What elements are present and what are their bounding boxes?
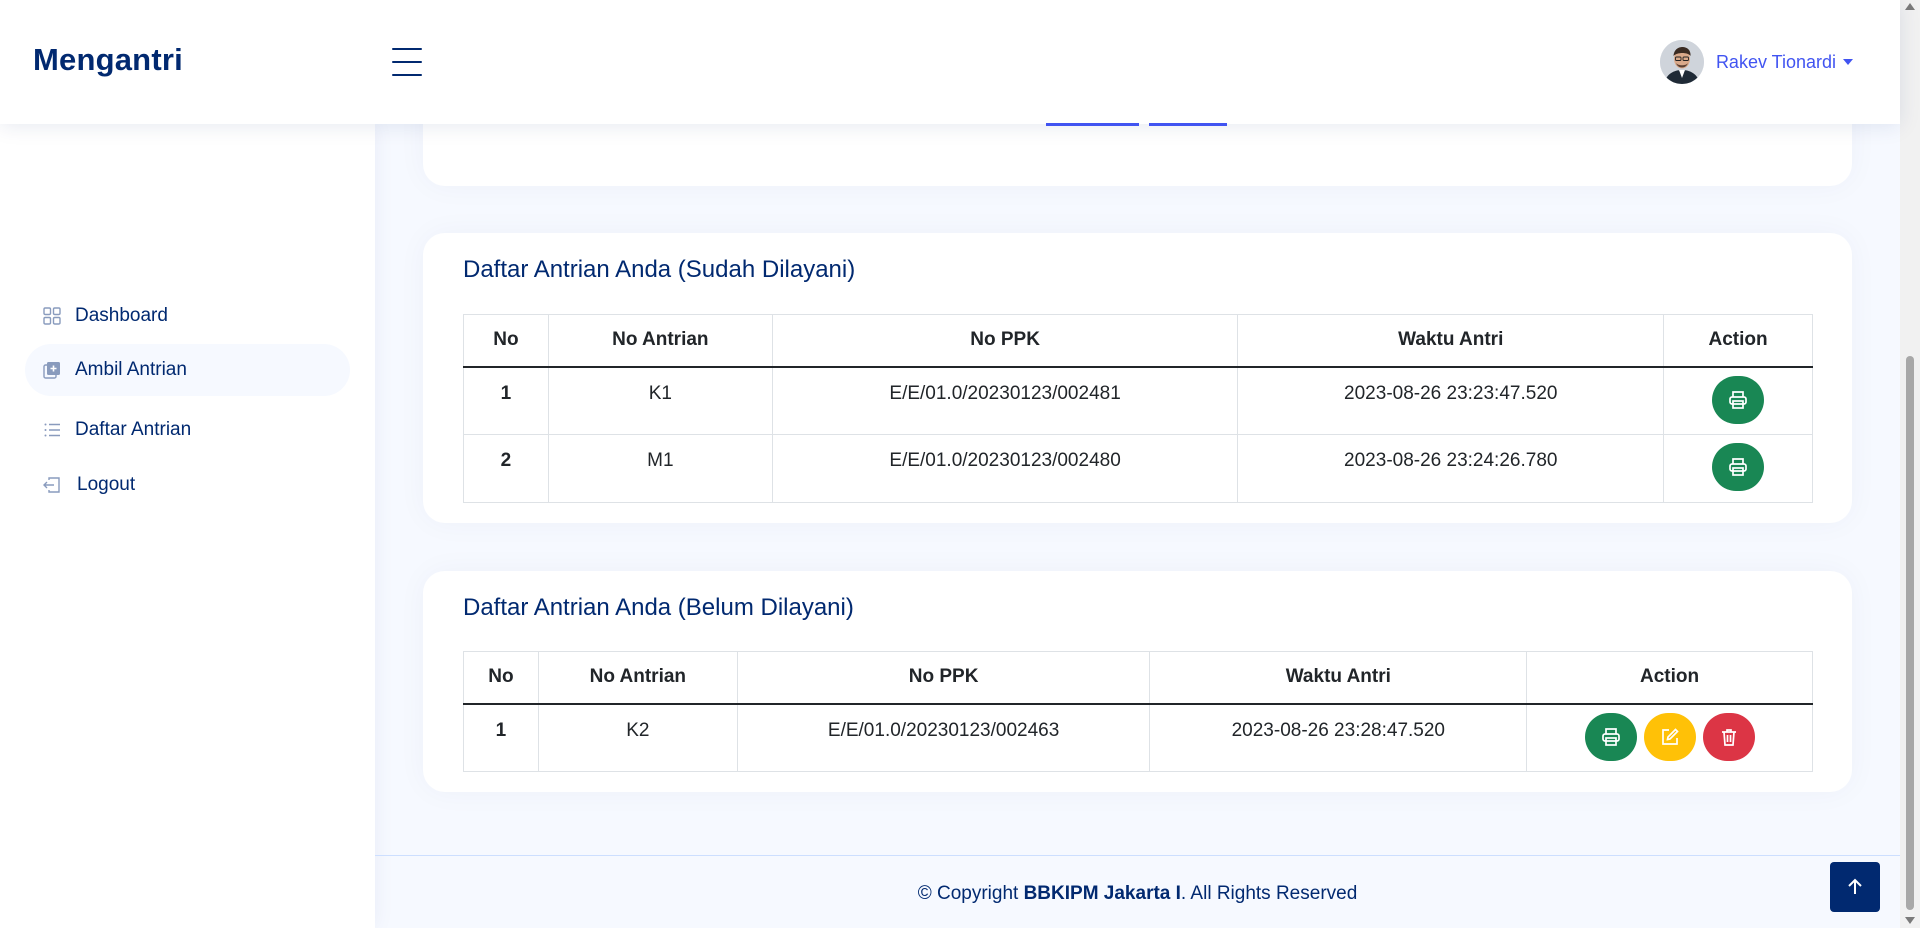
printer-icon (1729, 458, 1747, 476)
avatar (1659, 40, 1704, 84)
column-header: Action (1526, 651, 1813, 705)
table-row: 1 K2 E/E/01.0/20230123/002463 2023-08-26… (463, 703, 1813, 772)
cell-action (1663, 366, 1813, 435)
delete-button[interactable] (1702, 712, 1755, 761)
box-arrow-in-left-icon (43, 476, 61, 494)
cell-ppk: E/E/01.0/20230123/002481 (771, 366, 1239, 435)
print-button[interactable] (1584, 712, 1637, 761)
scroll-up-arrow-icon[interactable] (1905, 3, 1915, 10)
cell-antrian: K2 (537, 703, 738, 772)
table-header-row: No No Antrian No PPK Waktu Antri Action (463, 651, 1813, 705)
arrow-up-icon (1848, 878, 1862, 894)
printer-icon (1729, 390, 1747, 409)
back-to-top-button[interactable] (1830, 862, 1880, 912)
print-button[interactable] (1712, 443, 1765, 491)
column-header: No (463, 651, 539, 705)
cell-no: 1 (463, 366, 549, 435)
copyright-org: BBKIPM Jakarta I (1023, 883, 1181, 904)
column-header: Waktu Antri (1237, 314, 1665, 368)
sidebar-item-dashboard[interactable]: Dashboard (25, 290, 350, 342)
table-row: 1 K1 E/E/01.0/20230123/002481 2023-08-26… (463, 366, 1813, 435)
footer: © Copyright BBKIPM Jakarta I. All Rights… (375, 855, 1900, 928)
printer-icon (1601, 727, 1620, 746)
column-header: No PPK (736, 651, 1151, 705)
sidebar-item-label: Daftar Antrian (75, 419, 192, 440)
table-header-row: No No Antrian No PPK Waktu Antri Action (463, 314, 1813, 368)
column-header: No Antrian (547, 314, 773, 368)
cell-ppk: E/E/01.0/20230123/002480 (771, 434, 1239, 503)
scrollbar-thumb[interactable] (1906, 356, 1914, 910)
hidden-buttons (1046, 123, 1227, 126)
column-header: Action (1663, 314, 1813, 368)
scroll-down-arrow-icon[interactable] (1905, 917, 1915, 924)
profile-name: Rakev Tionardi (1715, 51, 1836, 72)
served-queue-card: Daftar Antrian Anda (Sudah Dilayani) No … (423, 233, 1852, 523)
cell-waktu: 2023-08-26 23:28:47.520 (1149, 703, 1528, 772)
table-row: 2 M1 E/E/01.0/20230123/002480 2023-08-26… (463, 434, 1813, 503)
cell-antrian: M1 (547, 434, 773, 503)
trash-icon (1721, 728, 1736, 746)
cell-ppk: E/E/01.0/20230123/002463 (736, 703, 1151, 772)
plus-square-icon (43, 361, 61, 379)
cell-no: 2 (463, 434, 549, 503)
cell-action (1526, 703, 1813, 772)
column-header: No Antrian (537, 651, 738, 705)
sidebar-item-logout[interactable]: Logout (25, 459, 350, 511)
card-title: Daftar Antrian Anda (Belum Dilayani) (463, 594, 854, 621)
app-logo[interactable]: Mengantri (33, 42, 183, 78)
edit-button[interactable] (1643, 712, 1696, 761)
column-header: Waktu Antri (1149, 651, 1528, 705)
grid-icon (43, 307, 61, 325)
cell-antrian: K1 (547, 366, 773, 435)
copyright-text: © Copyright BBKIPM Jakarta I. All Rights… (375, 883, 1900, 905)
copyright-prefix: © Copyright (917, 883, 1024, 904)
sidebar-item-ambil-antrian[interactable]: Ambil Antrian (25, 344, 350, 396)
pending-queue-table: No No Antrian No PPK Waktu Antri Action … (463, 651, 1813, 772)
chevron-down-icon (1843, 59, 1853, 65)
card-title: Daftar Antrian Anda (Sudah Dilayani) (463, 256, 856, 283)
sidebar-item-label: Logout (77, 474, 136, 495)
sidebar-item-label: Dashboard (75, 305, 168, 326)
sidebar: Dashboard Ambil Antrian Daftar Antrian L… (0, 124, 375, 928)
column-header: No PPK (771, 314, 1239, 368)
cell-waktu: 2023-08-26 23:24:26.780 (1237, 434, 1665, 503)
list-icon (43, 421, 61, 439)
pending-queue-card: Daftar Antrian Anda (Belum Dilayani) No … (423, 571, 1852, 792)
sidebar-item-daftar-antrian[interactable]: Daftar Antrian (25, 404, 350, 456)
served-queue-table: No No Antrian No PPK Waktu Antri Action … (463, 314, 1813, 503)
pencil-square-icon (1661, 727, 1679, 745)
column-header: No (463, 314, 549, 368)
print-button[interactable] (1712, 375, 1765, 424)
cell-waktu: 2023-08-26 23:23:47.520 (1237, 366, 1665, 435)
cell-no: 1 (463, 703, 539, 772)
profile-dropdown[interactable]: Rakev Tionardi (1659, 40, 1853, 84)
cell-action (1663, 434, 1813, 503)
copyright-suffix: . All Rights Reserved (1180, 883, 1358, 904)
sidebar-item-label: Ambil Antrian (75, 359, 187, 380)
header: Mengantri Rakev Tionardi (0, 0, 1900, 124)
hamburger-menu-icon[interactable] (392, 48, 422, 76)
